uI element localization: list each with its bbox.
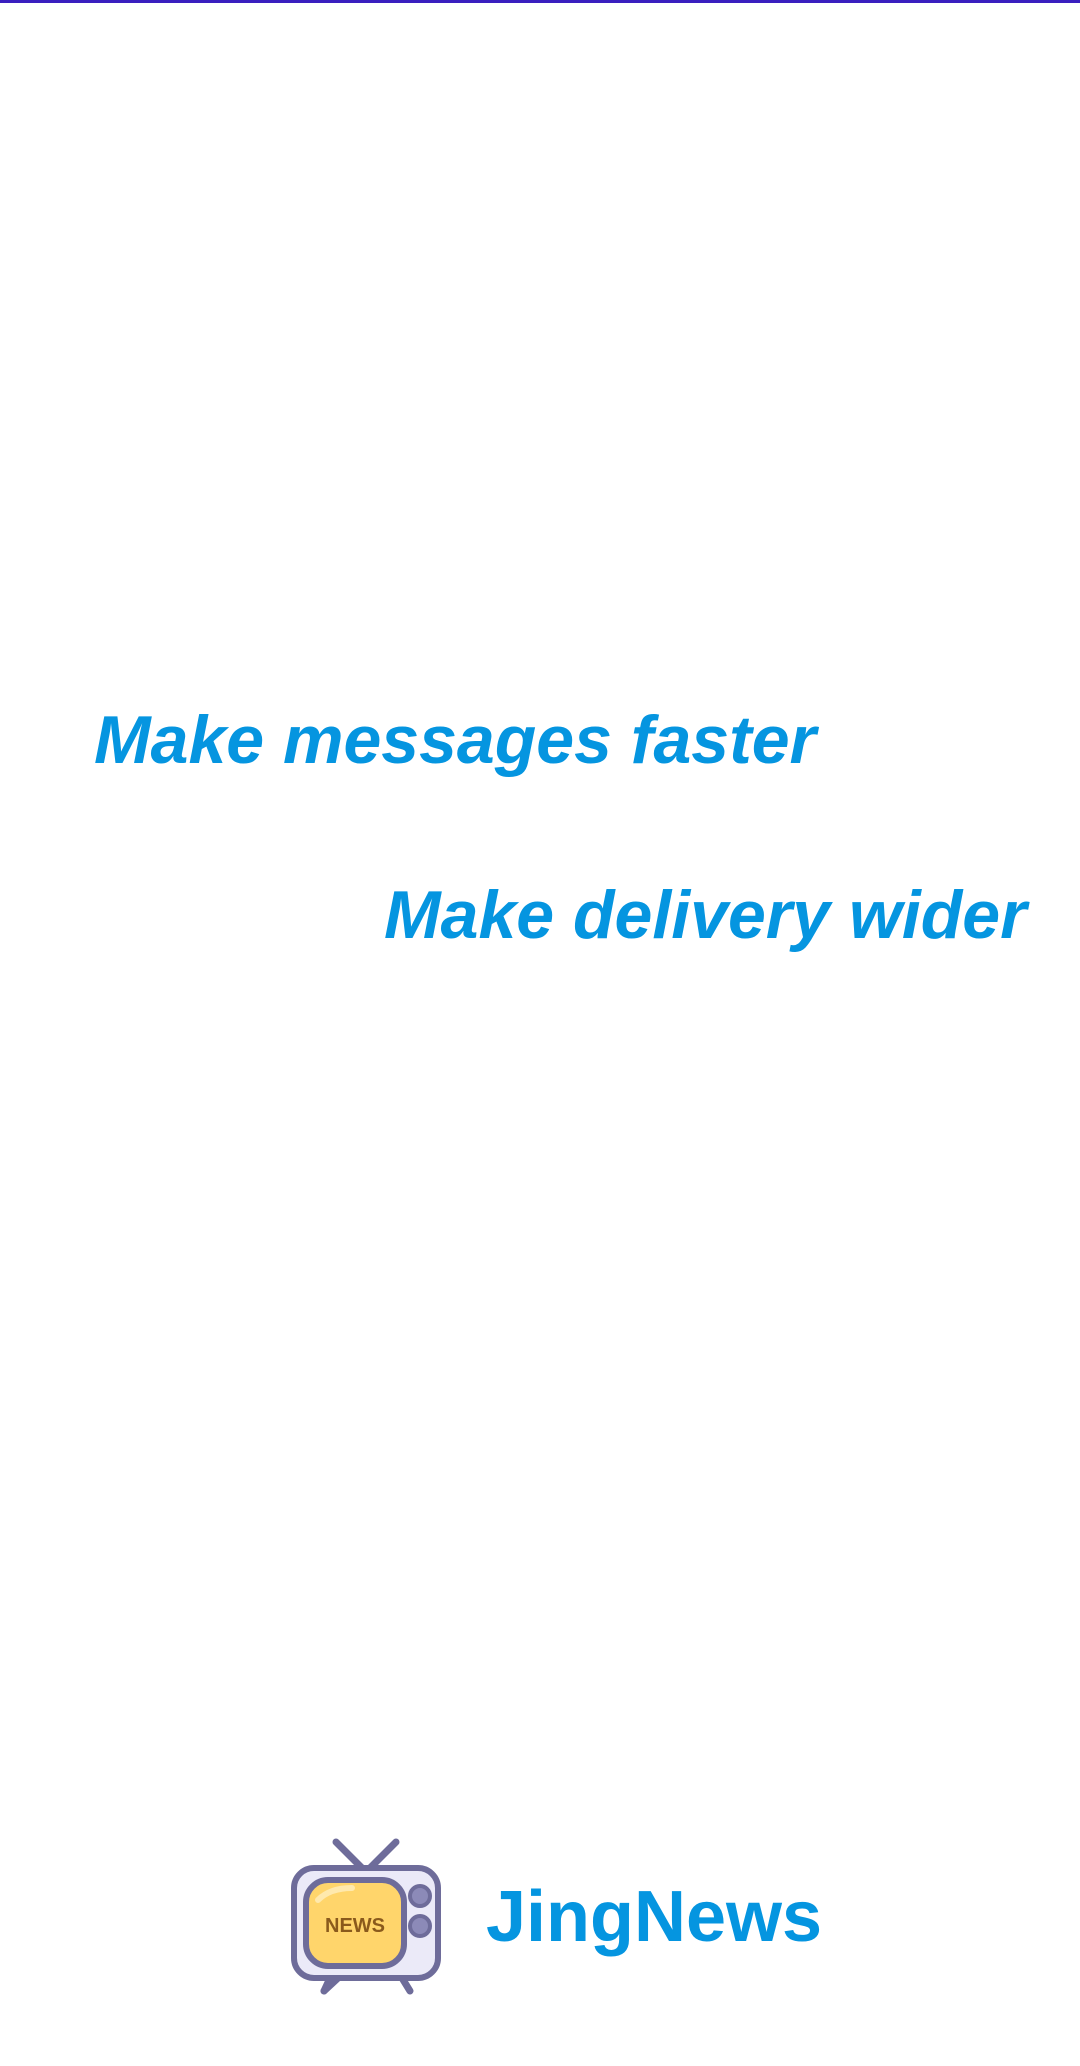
logo-news-text: NEWS [325,1915,385,1937]
app-name: JingNews [486,1877,823,1957]
slogan-line-1: Make messages faster [94,702,817,778]
brand-lockup: NEWS JingNews [290,1838,822,1996]
slogan-line-2: Make delivery wider [384,877,1027,953]
splash-screen: Make messages faster Make delivery wider [0,0,1080,2066]
retro-tv-news-icon: NEWS [290,1838,442,1996]
top-status-line [0,0,1080,3]
